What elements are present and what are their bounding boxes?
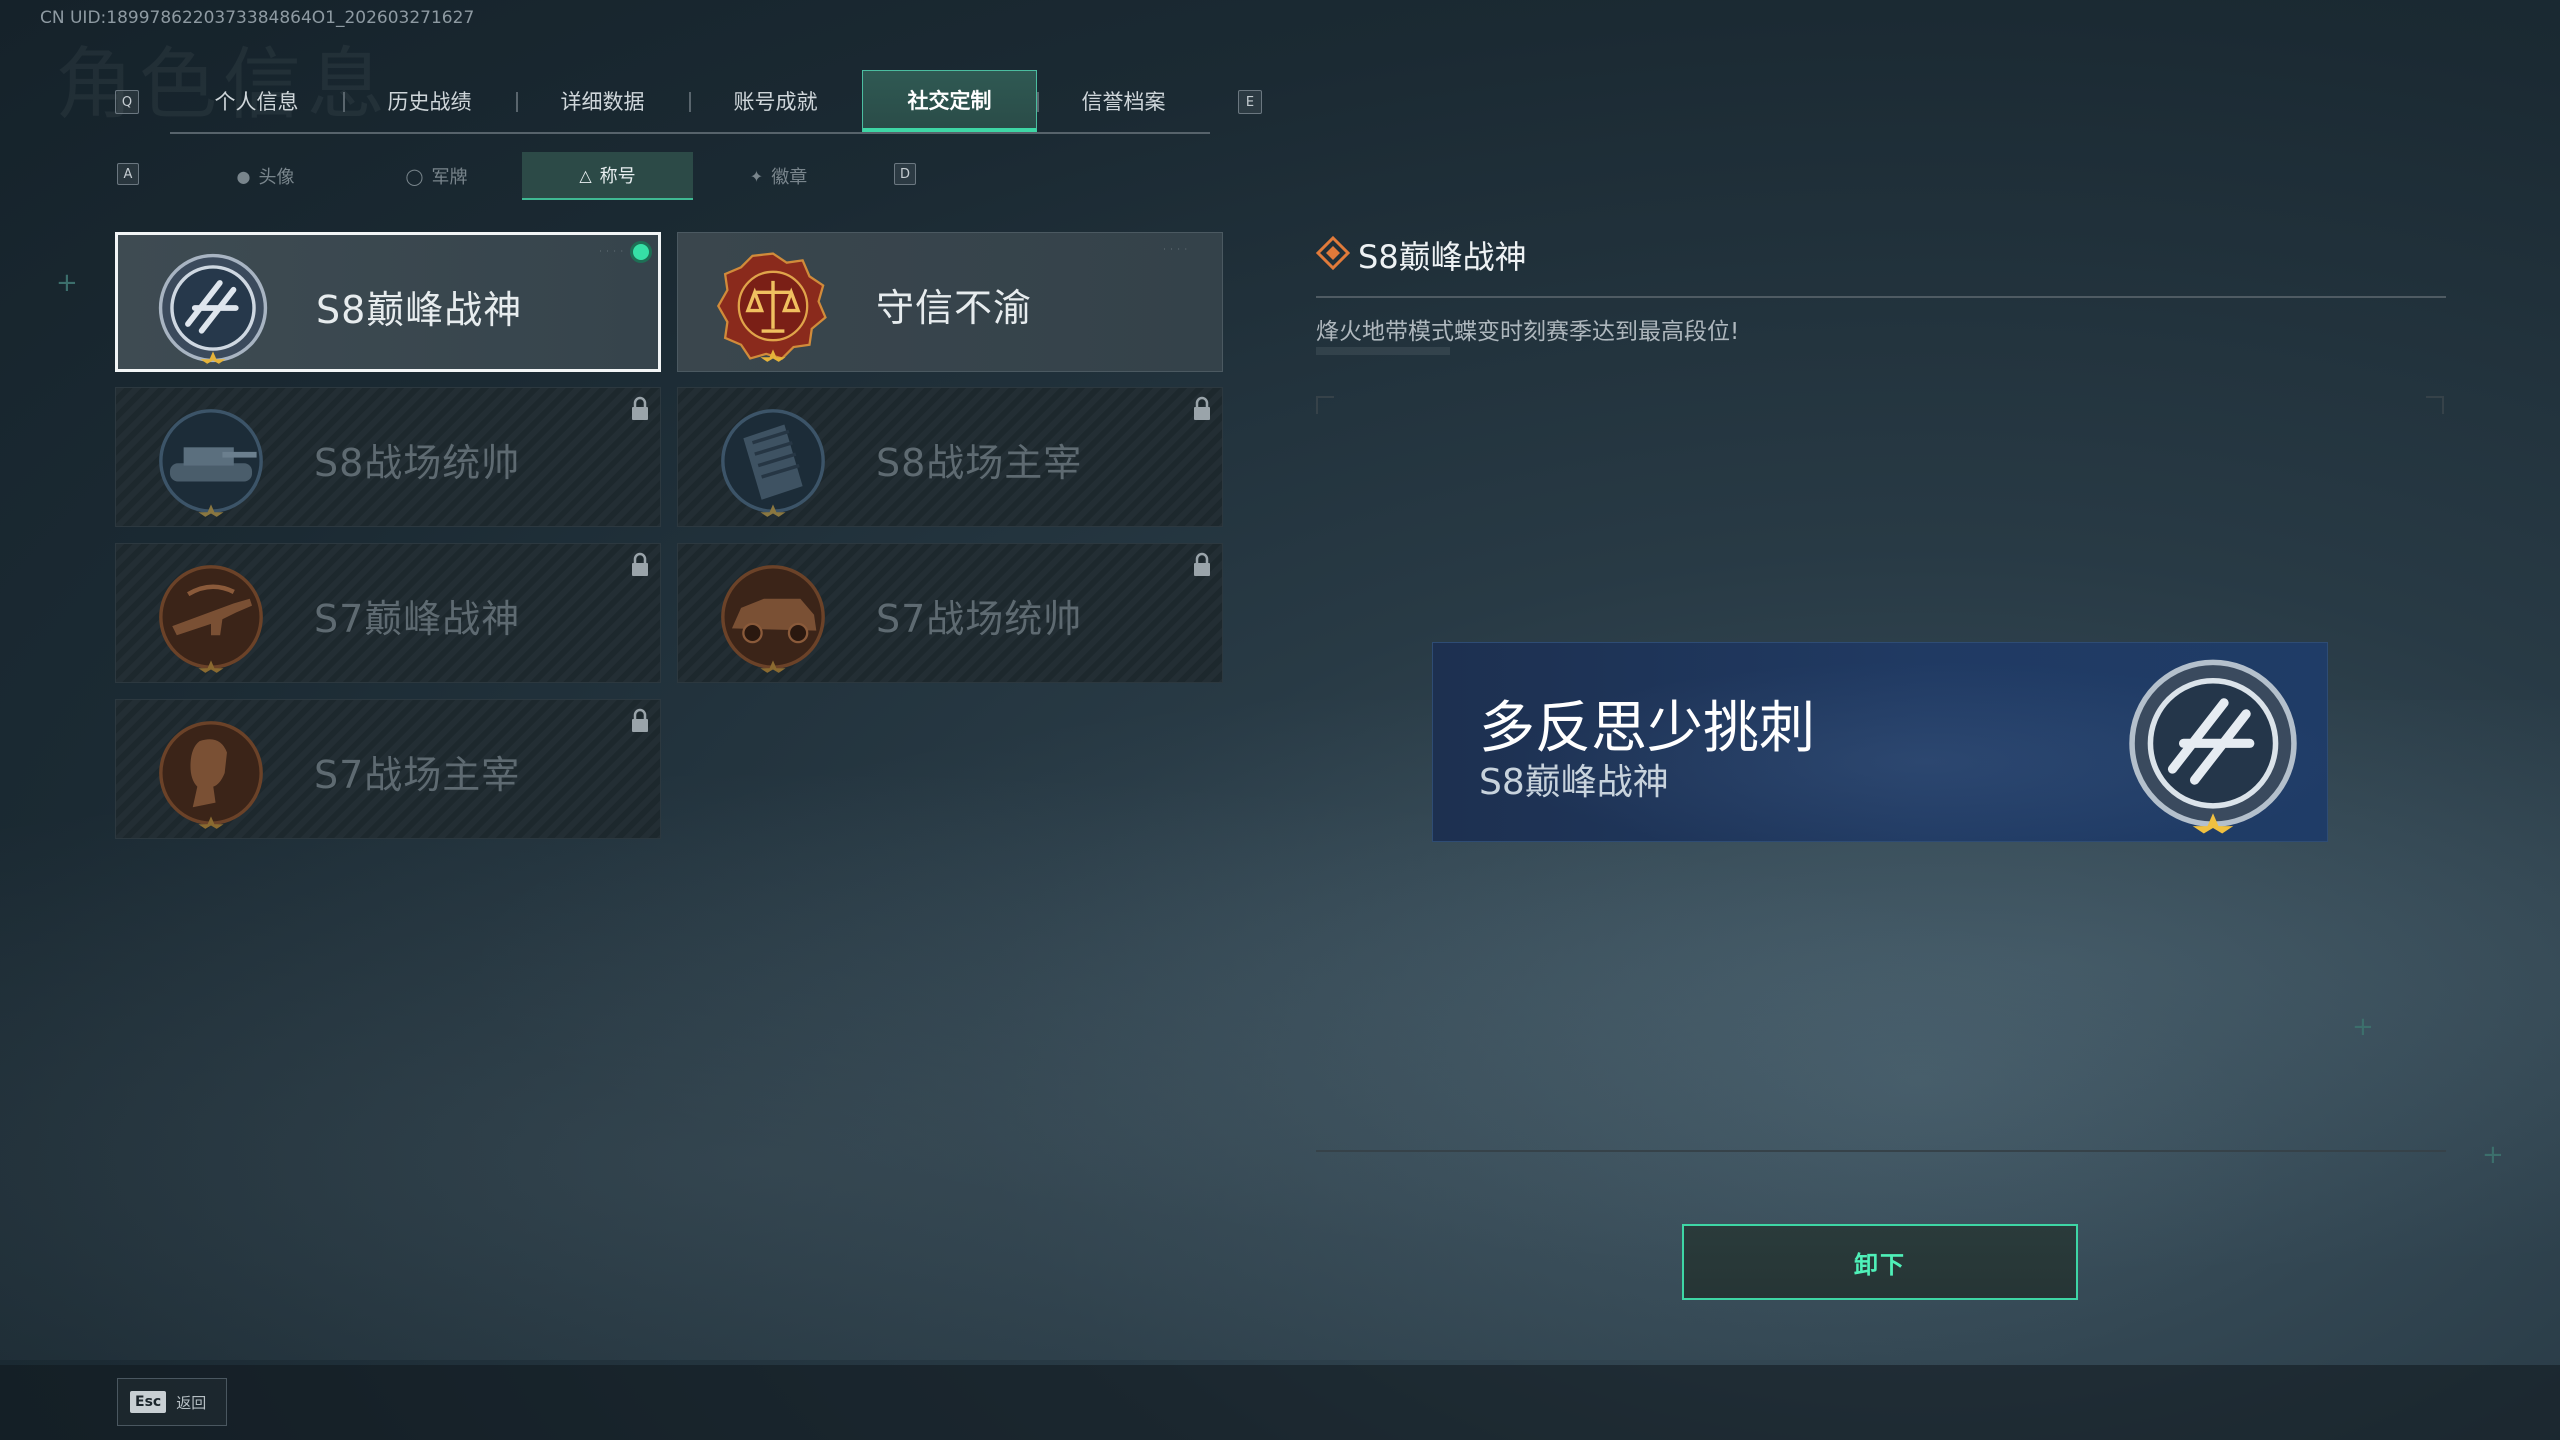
subtab-emblem[interactable]: ✦ 徽章: [693, 152, 864, 200]
title-card-name: S7战场统帅: [876, 597, 1083, 641]
bottom-bar: [0, 1365, 2560, 1440]
key-hint-next-tab[interactable]: E: [1238, 90, 1262, 114]
lock-icon: [632, 708, 648, 732]
title-card-name: S7巅峰战神: [314, 597, 521, 641]
person-icon: ●: [236, 166, 251, 186]
lock-icon: [1194, 552, 1210, 576]
building-badge-icon: [721, 409, 825, 517]
s8-peak-badge-icon: [2129, 659, 2297, 834]
detail-title: S8巅峰战神: [1358, 238, 1527, 276]
tab-profile[interactable]: 个人信息: [170, 70, 343, 132]
frame-bottom-line: [1316, 1150, 2446, 1152]
dogtag-icon: ◯: [405, 166, 424, 186]
subtab-dogtag[interactable]: ◯ 军牌: [351, 152, 522, 200]
title-card-name: 守信不渝: [876, 286, 1033, 330]
lock-icon: [632, 396, 648, 420]
tab-social-custom[interactable]: 社交定制: [862, 70, 1037, 132]
subtab-dogtag-label: 军牌: [431, 167, 468, 188]
subtab-avatar[interactable]: ● 头像: [180, 152, 351, 200]
preview-title: S8巅峰战神: [1479, 762, 1669, 803]
player-uid: CN UID:1899786220373384864O1_20260327162…: [40, 8, 475, 28]
lock-icon: [632, 552, 648, 576]
title-diamond-icon: [1316, 236, 1350, 270]
key-hint-prev-subtab[interactable]: A: [117, 163, 139, 185]
frame-corner: [2442, 396, 2444, 414]
vehicle-badge-icon: [721, 565, 825, 673]
primary-tabs: 个人信息 历史战绩 详细数据 账号成就 社交定制 信誉档案: [170, 70, 1210, 134]
title-icon: △: [579, 165, 592, 185]
deco-plus: +: [2352, 1012, 2374, 1042]
preview-player-name: 多反思少挑刺: [1479, 696, 1815, 761]
esc-key: Esc: [130, 1391, 167, 1413]
title-card[interactable]: S7巅峰战神: [115, 543, 661, 683]
equipped-indicator: [630, 241, 652, 263]
lock-icon: [1194, 396, 1210, 420]
subtab-title[interactable]: △ 称号: [522, 152, 693, 200]
card-deco-text: · · · ·: [599, 247, 624, 256]
title-card[interactable]: S7战场主宰: [115, 699, 661, 839]
detail-description: 烽火地带模式蝶变时刻赛季达到最高段位!: [1316, 319, 1740, 345]
frame-corner: [1316, 396, 1318, 414]
title-card[interactable]: S8战场主宰: [677, 387, 1223, 527]
tank-badge-icon: [159, 409, 263, 517]
title-card[interactable]: · · · · 守信不渝: [677, 232, 1223, 372]
rifle-badge-icon: [159, 565, 263, 673]
deco-plus: +: [56, 268, 78, 298]
key-hint-next-subtab[interactable]: D: [894, 163, 916, 185]
title-card-name: S7战场主宰: [314, 753, 521, 797]
title-card[interactable]: · · · · S8巅峰战神: [115, 232, 661, 372]
detail-deco-bar: [1316, 347, 1450, 355]
subtab-emblem-label: 徽章: [771, 167, 808, 188]
tab-achievements[interactable]: 账号成就: [689, 70, 862, 132]
s8-peak-badge-icon: [158, 253, 268, 365]
back-button[interactable]: Esc 返回: [117, 1378, 227, 1426]
tab-credit-record[interactable]: 信誉档案: [1037, 70, 1210, 132]
secondary-tabs: ● 头像 ◯ 军牌 △ 称号 ✦ 徽章: [180, 152, 864, 200]
title-card[interactable]: S7战场统帅: [677, 543, 1223, 683]
subtab-avatar-label: 头像: [258, 167, 295, 188]
deco-plus: +: [2482, 1140, 2504, 1170]
title-card-name: S8巅峰战神: [316, 288, 523, 332]
scales-badge-icon: [716, 252, 827, 362]
card-deco-text: · · · ·: [1163, 245, 1188, 254]
frame-corner: [1316, 396, 1334, 398]
unequip-button[interactable]: 卸下: [1682, 1224, 2078, 1300]
title-card[interactable]: S8战场统帅: [115, 387, 661, 527]
title-preview-banner: 多反思少挑刺 S8巅峰战神: [1432, 642, 2328, 842]
key-hint-prev-tab[interactable]: Q: [115, 90, 139, 114]
emblem-icon: ✦: [749, 166, 764, 186]
tab-detailed-stats[interactable]: 详细数据: [516, 70, 689, 132]
soldier-badge-icon: [159, 721, 263, 829]
subtab-title-label: 称号: [599, 166, 636, 187]
title-card-name: S8战场主宰: [876, 441, 1083, 485]
back-label: 返回: [176, 1393, 207, 1412]
tab-match-history[interactable]: 历史战绩: [343, 70, 516, 132]
title-card-name: S8战场统帅: [314, 441, 521, 485]
detail-divider: [1316, 296, 2446, 298]
